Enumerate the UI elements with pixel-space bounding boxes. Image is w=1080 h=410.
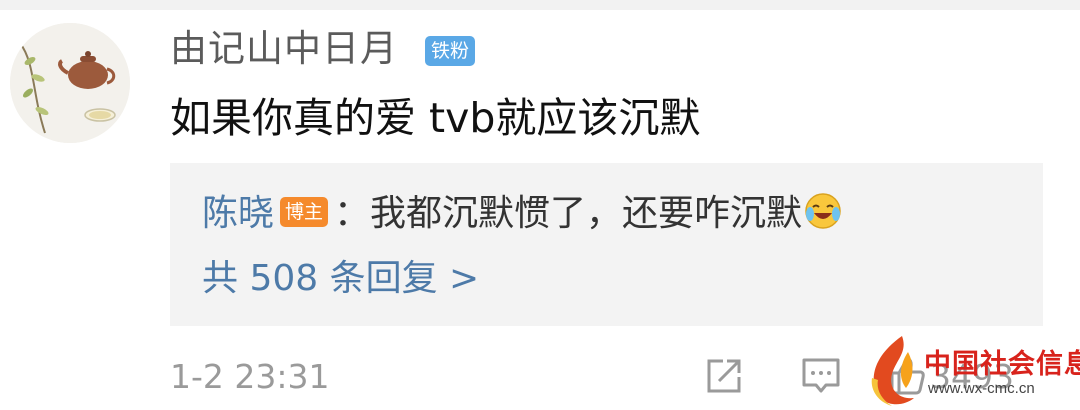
blogger-badge: 博主 <box>280 197 329 227</box>
teapot-avatar-image <box>10 23 130 143</box>
view-all-replies-link[interactable]: 共 508 条回复 > <box>202 251 479 307</box>
comment-icon[interactable] <box>800 355 842 397</box>
reply-author[interactable]: 陈晓 <box>202 193 274 234</box>
fan-badge: 铁粉 <box>425 36 476 66</box>
top-divider-strip <box>0 0 1080 10</box>
avatar[interactable] <box>10 23 130 143</box>
watermark: 中国社会信息网 www.wx-cmc.cn <box>862 330 1080 410</box>
comment-username[interactable]: 由记山中日月 <box>170 26 398 72</box>
comment-text: 如果你真的爱 tvb就应该沉默 <box>170 94 701 142</box>
flame-logo-icon <box>871 336 914 406</box>
top-reply: 陈晓 博主 ：我都沉默惯了，还要咋沉默 <box>202 189 842 239</box>
laughing-crying-emoji-icon <box>805 193 841 229</box>
reply-body: ：我都沉默惯了，还要咋沉默 <box>334 193 803 234</box>
watermark-url: www.wx-cmc.cn <box>928 380 1035 397</box>
share-icon[interactable] <box>703 355 745 397</box>
watermark-title: 中国社会信息网 <box>924 349 1080 380</box>
comment-timestamp: 1-2 23:31 <box>170 357 330 396</box>
reply-preview-box[interactable]: 陈晓 博主 ：我都沉默惯了，还要咋沉默 共 508 条回复 > <box>170 163 1043 326</box>
